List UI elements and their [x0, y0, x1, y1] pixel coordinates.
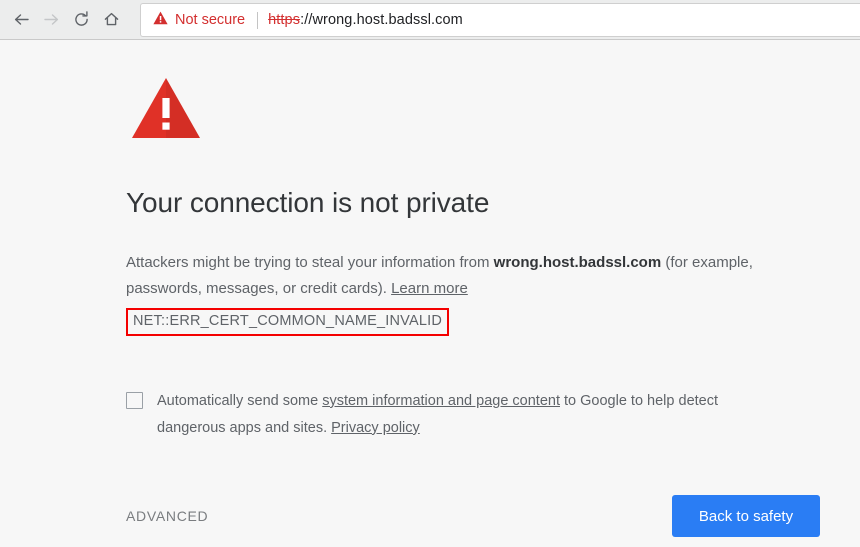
reload-button[interactable] — [66, 5, 96, 35]
send-report-checkbox[interactable] — [126, 391, 143, 409]
omnibox-divider — [257, 11, 259, 29]
browser-toolbar: Not secure https://wrong.host.badssl.com — [0, 0, 860, 40]
back-button[interactable] — [6, 5, 36, 35]
advanced-button[interactable]: ADVANCED — [126, 500, 208, 532]
home-button[interactable] — [96, 5, 126, 35]
back-arrow-icon — [12, 10, 31, 29]
address-bar[interactable]: Not secure https://wrong.host.badssl.com — [140, 3, 860, 37]
privacy-policy-link[interactable]: Privacy policy — [331, 420, 420, 436]
warning-triangle-icon — [153, 11, 168, 30]
page-title: Your connection is not private — [126, 187, 490, 218]
optin-text: Automatically send some system informati… — [157, 388, 766, 442]
hostname-emphasis: wrong.host.badssl.com — [493, 253, 662, 271]
optin-part-1: Automatically send some — [157, 392, 323, 409]
error-code-badge: NET::ERR_CERT_COMMON_NAME_INVALID — [126, 307, 450, 336]
navigation-buttons — [0, 5, 126, 35]
forward-arrow-icon — [42, 10, 61, 29]
interstitial-content: Your connection is not private Attackers… — [126, 68, 820, 442]
learn-more-link[interactable]: Learn more — [391, 280, 468, 297]
reload-icon — [72, 10, 91, 29]
warning-triangle-icon — [126, 68, 206, 148]
safe-browsing-optin: Automatically send some system informati… — [126, 388, 766, 442]
system-information-link[interactable]: system information and page content — [322, 393, 560, 409]
url-rest: ://wrong.host.badssl.com — [300, 12, 463, 28]
back-to-safety-button[interactable]: Back to safety — [672, 495, 820, 537]
security-status-button[interactable]: Not secure — [153, 11, 245, 30]
action-row: ADVANCED Back to safety — [126, 495, 820, 537]
home-icon — [102, 10, 121, 29]
explanation-part-1: Attackers might be trying to steal your … — [126, 253, 494, 271]
url-scheme-struck: https — [268, 12, 301, 28]
explanation-text: Attackers might be trying to steal your … — [126, 250, 794, 302]
forward-button[interactable] — [36, 5, 66, 35]
ssl-interstitial-page: Your connection is not private Attackers… — [0, 40, 860, 546]
not-secure-label: Not secure — [175, 12, 246, 28]
url-text[interactable]: https://wrong.host.badssl.com — [268, 12, 463, 28]
